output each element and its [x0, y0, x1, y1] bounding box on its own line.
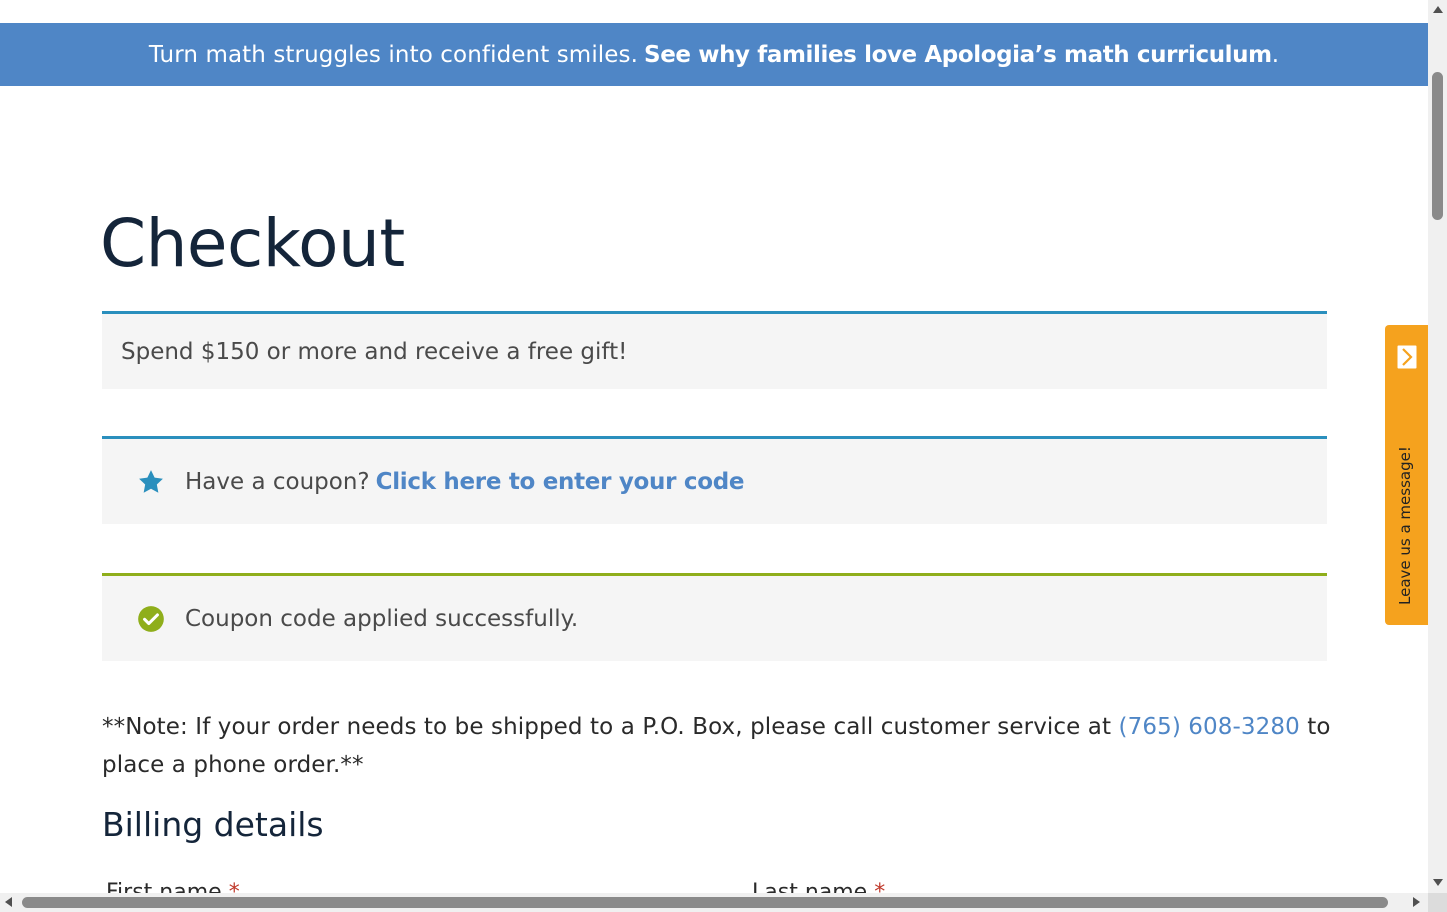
- horizontal-scrollbar[interactable]: [0, 893, 1428, 912]
- scroll-left-icon[interactable]: [5, 897, 12, 907]
- chevron-right-icon: [1397, 345, 1417, 369]
- leave-message-label: Leave us a message!: [1396, 446, 1414, 605]
- billing-name-labels: First name * Last name *: [102, 880, 1327, 893]
- page-title: Checkout: [100, 205, 405, 282]
- check-circle-icon: [137, 605, 165, 633]
- coupon-notice: Have a coupon? Click here to enter your …: [102, 436, 1327, 524]
- po-box-note-text: **Note: If your order needs to be shippe…: [102, 714, 1112, 740]
- free-gift-notice: Spend $150 or more and receive a free gi…: [102, 311, 1327, 389]
- promo-text: Turn math struggles into confident smile…: [148, 41, 639, 68]
- promo-suffix: .: [1271, 41, 1280, 68]
- promo-banner: Turn math struggles into confident smile…: [0, 23, 1428, 86]
- enter-coupon-link[interactable]: Click here to enter your code: [376, 469, 745, 495]
- scrollbar-corner: [1428, 893, 1447, 912]
- scroll-right-icon[interactable]: [1413, 897, 1420, 907]
- horizontal-scroll-thumb[interactable]: [22, 897, 1388, 908]
- leave-message-tab[interactable]: Leave us a message!: [1385, 325, 1428, 625]
- customer-service-phone-link[interactable]: (765) 608-3280: [1119, 714, 1300, 740]
- scroll-down-icon[interactable]: [1433, 879, 1443, 886]
- coupon-prompt: Have a coupon?: [185, 468, 370, 495]
- po-box-note: **Note: If your order needs to be shippe…: [102, 708, 1342, 784]
- coupon-success-notice: Coupon code applied successfully.: [102, 573, 1327, 661]
- free-gift-text: Spend $150 or more and receive a free gi…: [121, 338, 628, 365]
- page: Turn math struggles into confident smile…: [0, 0, 1428, 893]
- billing-details-heading: Billing details: [102, 805, 324, 844]
- vertical-scrollbar[interactable]: [1428, 0, 1447, 893]
- promo-link[interactable]: See why families love Apologia’s math cu…: [644, 42, 1272, 68]
- scroll-up-icon[interactable]: [1433, 6, 1443, 13]
- coupon-success-text: Coupon code applied successfully.: [185, 605, 579, 632]
- first-name-label: First name *: [106, 880, 240, 893]
- vertical-scroll-thumb[interactable]: [1432, 72, 1443, 220]
- last-name-label: Last name *: [752, 880, 886, 893]
- star-icon: [137, 468, 165, 496]
